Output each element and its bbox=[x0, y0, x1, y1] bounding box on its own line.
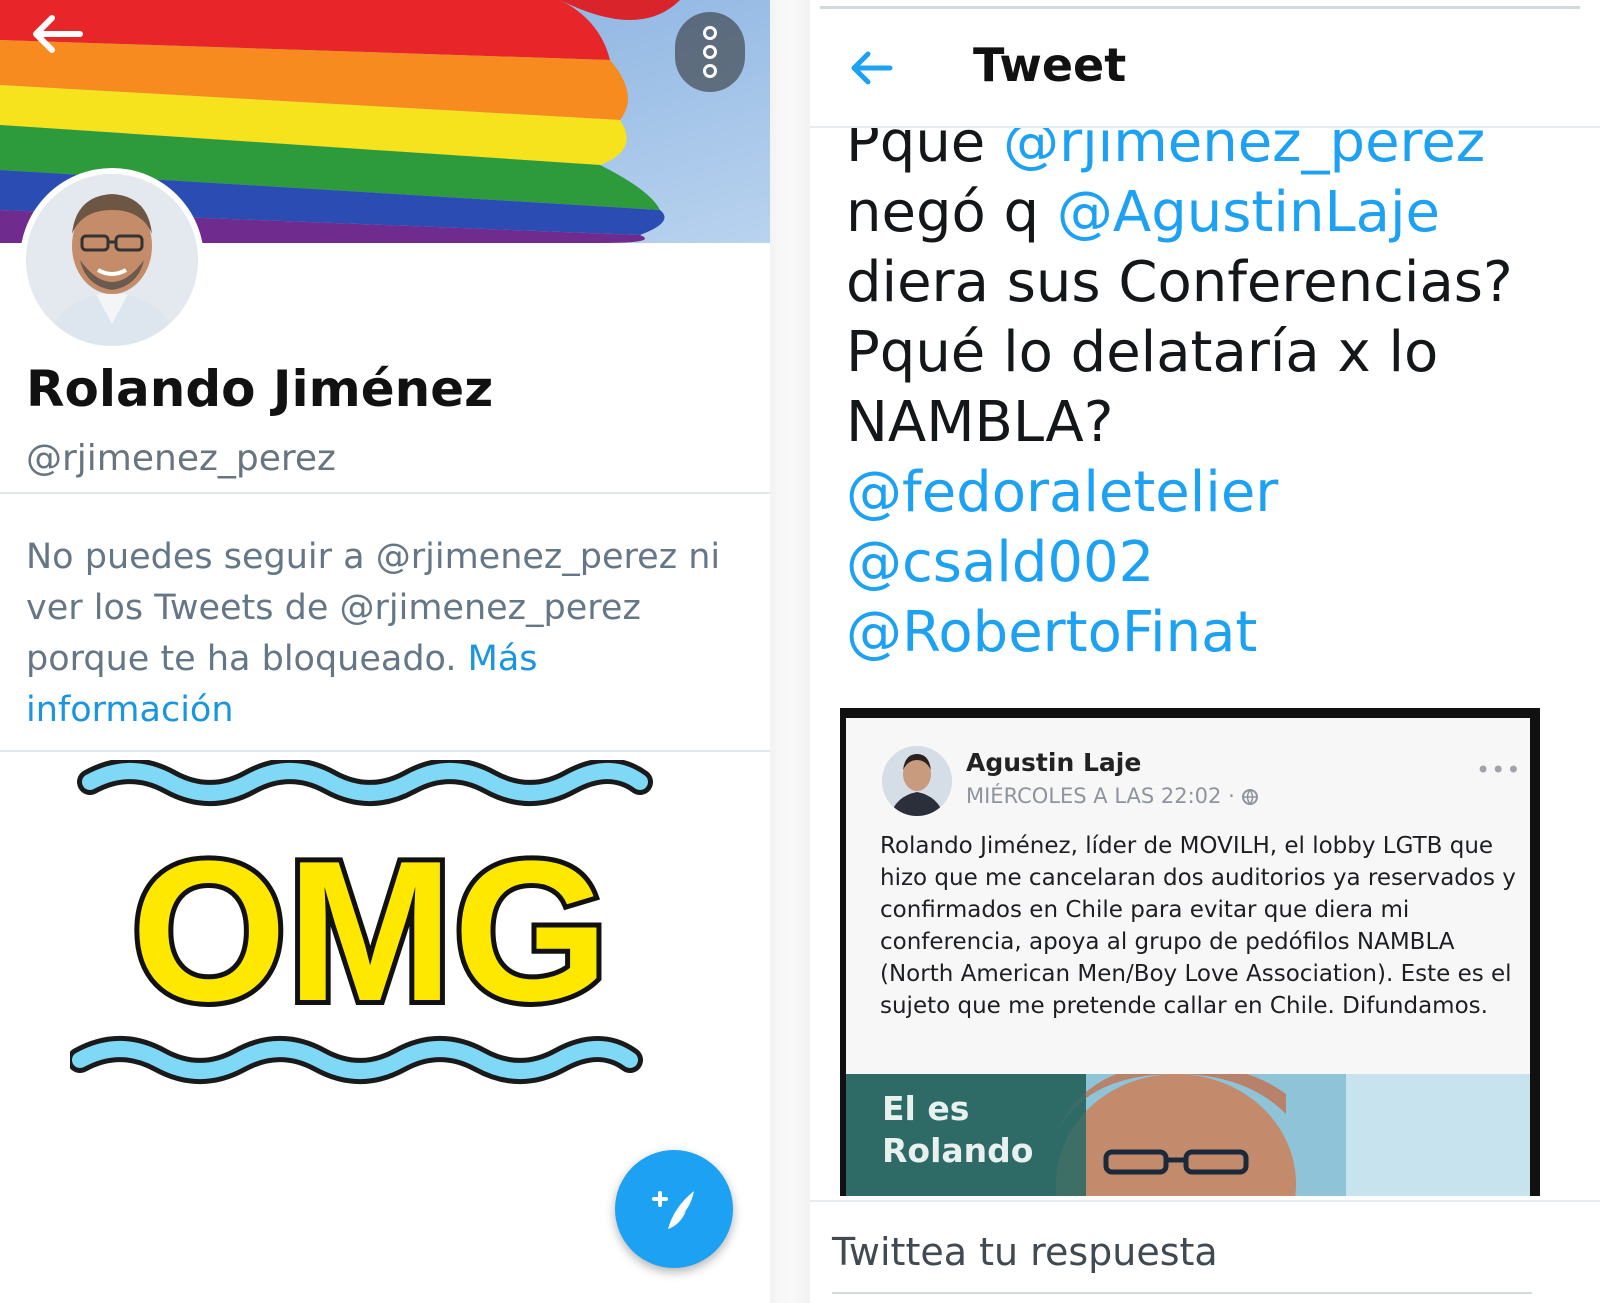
arrow-left-icon bbox=[851, 51, 893, 85]
arrow-left-icon bbox=[33, 15, 83, 53]
mention-link[interactable]: @RobertoFinat bbox=[846, 598, 1586, 668]
reply-input[interactable]: Twittea tu respuesta bbox=[832, 1230, 1218, 1274]
omg-text: OMG bbox=[131, 820, 609, 1043]
divider bbox=[0, 750, 770, 752]
avatar bbox=[882, 746, 952, 816]
more-vertical-icon bbox=[703, 26, 717, 40]
post-photo: El es Rolando bbox=[846, 1074, 1530, 1196]
embedded-screenshot[interactable]: Agustin Laje MIÉRCOLES A LAS 22:02 · •••… bbox=[840, 708, 1540, 1196]
profile-avatar[interactable] bbox=[20, 168, 204, 352]
tweet-line: Pqué lo delataría x lo bbox=[846, 320, 1439, 385]
omg-sticker: OMG bbox=[67, 758, 670, 1100]
panel-separator bbox=[770, 0, 810, 1303]
mention-link[interactable]: @fedoraletelier bbox=[846, 458, 1586, 528]
blocked-notice-text: No puedes seguir a @rjimenez_perez ni ve… bbox=[26, 537, 721, 679]
tweet-line: negó q @AgustinLaje bbox=[846, 180, 1440, 245]
blocked-notice: No puedes seguir a @rjimenez_perez ni ve… bbox=[26, 532, 746, 736]
post-options-icon[interactable]: ••• bbox=[1476, 756, 1521, 784]
tweet-panel: Pqué @rjimenez_perez negó q @AgustinLaje… bbox=[810, 0, 1600, 1303]
tweet-body: Pqué @rjimenez_perez negó q @AgustinLaje… bbox=[846, 108, 1586, 668]
mention-link[interactable]: @AgustinLaje bbox=[1057, 180, 1440, 245]
compose-tweet-icon bbox=[652, 1191, 694, 1229]
header-title: Tweet bbox=[973, 38, 1127, 92]
tweet-line: diera sus Conferencias? bbox=[846, 250, 1513, 315]
photo-caption: El es Rolando bbox=[882, 1089, 1034, 1170]
globe-icon bbox=[1242, 789, 1259, 806]
author-photo bbox=[882, 746, 952, 816]
post-body: Rolando Jiménez, líder de MOVILH, el lob… bbox=[880, 833, 1516, 1019]
profile-name: Rolando Jiménez bbox=[26, 360, 494, 418]
avatar-photo bbox=[26, 174, 198, 346]
back-button[interactable] bbox=[846, 42, 898, 94]
mention-link[interactable]: @csald002 bbox=[846, 528, 1586, 598]
profile-panel: Rolando Jiménez @rjimenez_perez No puede… bbox=[0, 0, 770, 1303]
more-options-button[interactable] bbox=[675, 12, 745, 92]
reply-composer[interactable]: Twittea tu respuesta bbox=[810, 1200, 1600, 1303]
tweet-line: NAMBLA? bbox=[846, 390, 1114, 455]
compose-tweet-button[interactable] bbox=[615, 1150, 733, 1268]
profile-handle: @rjimenez_perez bbox=[26, 438, 336, 479]
divider bbox=[0, 492, 770, 494]
post-meta: MIÉRCOLES A LAS 22:02 · bbox=[966, 784, 1259, 808]
post-timestamp: MIÉRCOLES A LAS 22:02 · bbox=[966, 784, 1235, 808]
post-author: Agustin Laje bbox=[966, 748, 1142, 777]
back-button[interactable] bbox=[28, 14, 100, 86]
omg-graphic: OMG bbox=[67, 758, 653, 1084]
tweet-header: Tweet bbox=[810, 10, 1600, 128]
